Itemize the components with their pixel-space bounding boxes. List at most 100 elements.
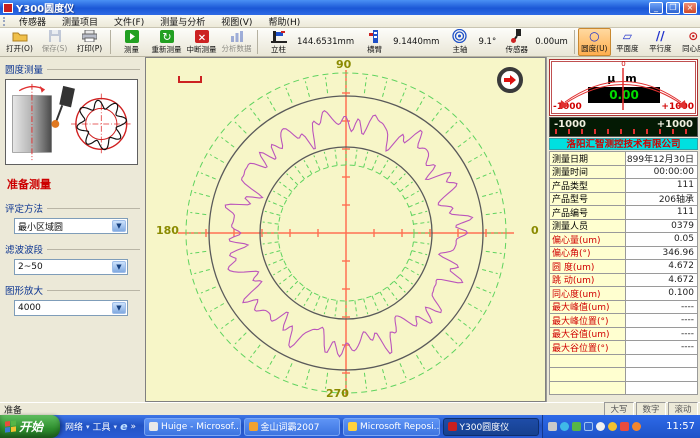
open-button[interactable]: 打开(O) bbox=[2, 28, 37, 56]
spindle-spiral-icon bbox=[452, 29, 467, 43]
taskbar: 开始 网络 ▾ 工具 ▾ e » Huige - Microsof... 金山词… bbox=[0, 415, 700, 438]
chevron-down-icon[interactable]: ▾ bbox=[86, 423, 90, 431]
range-bracket-icon bbox=[178, 76, 202, 83]
mode-concentricity-button[interactable]: ⊙ 同心度 bbox=[677, 28, 700, 56]
deviation-gauge: 0 µ m 0.00 -1000 +1000 bbox=[549, 59, 698, 116]
group-filter-band: 滤波波段 bbox=[5, 242, 140, 256]
start-button[interactable]: 开始 bbox=[0, 415, 60, 438]
task-microsoft[interactable]: Microsoft Reposi... bbox=[343, 418, 439, 436]
menu-sensor[interactable]: 传感器 bbox=[11, 15, 54, 28]
tray-icon[interactable] bbox=[608, 422, 617, 431]
tray-icon[interactable] bbox=[620, 422, 629, 431]
arm-axis-button[interactable]: 横臂 bbox=[357, 28, 392, 56]
table-row: 偏心量(um)0.05 bbox=[550, 233, 698, 247]
svg-text:×: × bbox=[197, 32, 205, 43]
mode-parallelism-button[interactable]: // 平行度 bbox=[644, 28, 677, 56]
table-row: 最大谷位置(°)---- bbox=[550, 341, 698, 355]
overflow-chevron-icon[interactable]: » bbox=[131, 422, 137, 432]
status-bar: 准备 大写 数字 滚动 bbox=[0, 402, 700, 415]
gauge-zero-label: 0 bbox=[550, 60, 697, 68]
redo-icon: ↻ bbox=[160, 30, 174, 43]
graph-zoom-select[interactable]: 4000 ▼ bbox=[14, 300, 128, 316]
table-row: 产品类型111 bbox=[550, 179, 698, 193]
print-button[interactable]: 打印(P) bbox=[72, 28, 107, 56]
table-row: 最大谷值(um)---- bbox=[550, 328, 698, 342]
tray-icon[interactable] bbox=[572, 422, 581, 431]
tray-icon[interactable] bbox=[596, 422, 605, 431]
gauge-min-label: -1000 bbox=[553, 102, 582, 112]
chevron-down-icon[interactable]: ▾ bbox=[114, 423, 118, 431]
menu-file[interactable]: 文件(F) bbox=[106, 15, 152, 28]
internet-explorer-icon[interactable]: e bbox=[120, 420, 127, 433]
table-row: 产品型号206轴承 bbox=[550, 193, 698, 207]
filter-band-select[interactable]: 2~50 ▼ bbox=[14, 259, 128, 275]
quick-tools-menu[interactable]: 工具 bbox=[93, 420, 111, 433]
menu-measure-analyze[interactable]: 测量与分析 bbox=[152, 15, 213, 28]
toolbar-separator bbox=[110, 30, 111, 54]
task-y300-active[interactable]: Y300圆度仪 bbox=[443, 418, 539, 436]
spindle-button[interactable]: 主轴 bbox=[442, 28, 477, 56]
table-row: 最大峰位置(°)---- bbox=[550, 314, 698, 328]
concentricity-dot-icon: ⊙ bbox=[688, 30, 698, 43]
task-huige[interactable]: Huige - Microsof... bbox=[144, 418, 240, 436]
red-arrow-icon bbox=[504, 75, 516, 85]
table-row: 产品编号111 bbox=[550, 206, 698, 220]
scroll-indicator: 滚动 bbox=[668, 402, 698, 416]
table-row: 跳 动(um)4.672 bbox=[550, 274, 698, 288]
minimize-button[interactable]: _ bbox=[649, 2, 663, 14]
gauge-unit-label: µ m bbox=[550, 72, 697, 85]
axis-label-0: 0 bbox=[531, 224, 539, 237]
app-icon bbox=[149, 422, 158, 431]
table-row: 测量日期1899年12月30日 bbox=[550, 152, 698, 166]
app-icon bbox=[448, 422, 457, 431]
table-row: 同心度(um)0.100 bbox=[550, 287, 698, 301]
group-roundness-measure: 圆度测量 bbox=[5, 62, 140, 76]
app-icon bbox=[249, 422, 258, 431]
results-panel: 0 µ m 0.00 -1000 +1000 -1000 +1000 洛阳汇智测… bbox=[546, 57, 700, 402]
axis-label-270: 270 bbox=[326, 387, 349, 400]
title-bar: Y300圆度仪 _ ❐ × bbox=[0, 0, 700, 15]
interrupt-button[interactable]: × 中断测量 bbox=[184, 28, 219, 56]
menu-help[interactable]: 帮助(H) bbox=[260, 15, 308, 28]
folder-open-icon bbox=[12, 30, 28, 42]
sensor-button[interactable]: 传感器 bbox=[499, 28, 534, 56]
remeasure-button[interactable]: ↻ 重新测量 bbox=[149, 28, 184, 56]
close-button[interactable]: × bbox=[683, 2, 697, 14]
roundness-circle-icon: ○ bbox=[589, 30, 599, 43]
task-ciba[interactable]: 金山词霸2007 bbox=[244, 418, 340, 436]
system-tray: 11:57 bbox=[542, 415, 700, 438]
menu-view[interactable]: 视图(V) bbox=[213, 15, 260, 28]
tray-icon[interactable] bbox=[632, 422, 641, 431]
column-icon bbox=[271, 30, 287, 43]
toolbar-separator bbox=[257, 30, 258, 54]
analyze-button: 分析数据 bbox=[219, 28, 254, 56]
mode-roundness-button[interactable]: ○ 圆度(U) bbox=[578, 28, 611, 56]
table-row: 测量时间00:00:00 bbox=[550, 166, 698, 180]
measure-button[interactable]: 测量 bbox=[114, 28, 149, 56]
app-icon bbox=[348, 422, 357, 431]
quick-network-menu[interactable]: 网络 bbox=[65, 420, 83, 433]
column-axis-button[interactable]: 立柱 bbox=[261, 28, 296, 56]
tray-icon[interactable] bbox=[584, 422, 593, 431]
tray-icon[interactable] bbox=[548, 422, 557, 431]
restore-button[interactable]: ❐ bbox=[666, 2, 680, 14]
save-button: 保存(S) bbox=[37, 28, 72, 56]
chevron-down-icon[interactable]: ▼ bbox=[112, 261, 126, 273]
spindle-readout: 主轴 9.1° bbox=[442, 28, 499, 56]
clock: 11:57 bbox=[666, 421, 695, 432]
tray-icon[interactable] bbox=[560, 422, 569, 431]
eval-method-select[interactable]: 最小区域圆 ▼ bbox=[14, 218, 128, 234]
mode-flatness-button[interactable]: ▱ 平面度 bbox=[611, 28, 644, 56]
chevron-down-icon[interactable]: ▼ bbox=[112, 302, 126, 314]
chevron-down-icon[interactable]: ▼ bbox=[112, 220, 126, 232]
menu-measure-items[interactable]: 测量项目 bbox=[54, 15, 106, 28]
arm-value: 9.1440mm bbox=[393, 37, 439, 47]
toolbar: 打开(O) 保存(S) 打印(P) 测量 ↻ 重新测量 × 中断测量 分析数据 … bbox=[0, 28, 700, 57]
table-row: 圆 度(um)4.672 bbox=[550, 260, 698, 274]
go-arrow-button[interactable] bbox=[497, 67, 523, 93]
play-icon bbox=[125, 30, 139, 43]
gauge-max-label: +1000 bbox=[661, 102, 694, 112]
spindle-value: 9.1° bbox=[478, 37, 496, 47]
parallelism-icon: // bbox=[656, 30, 665, 43]
table-row: 偏心角(°)346.96 bbox=[550, 247, 698, 261]
